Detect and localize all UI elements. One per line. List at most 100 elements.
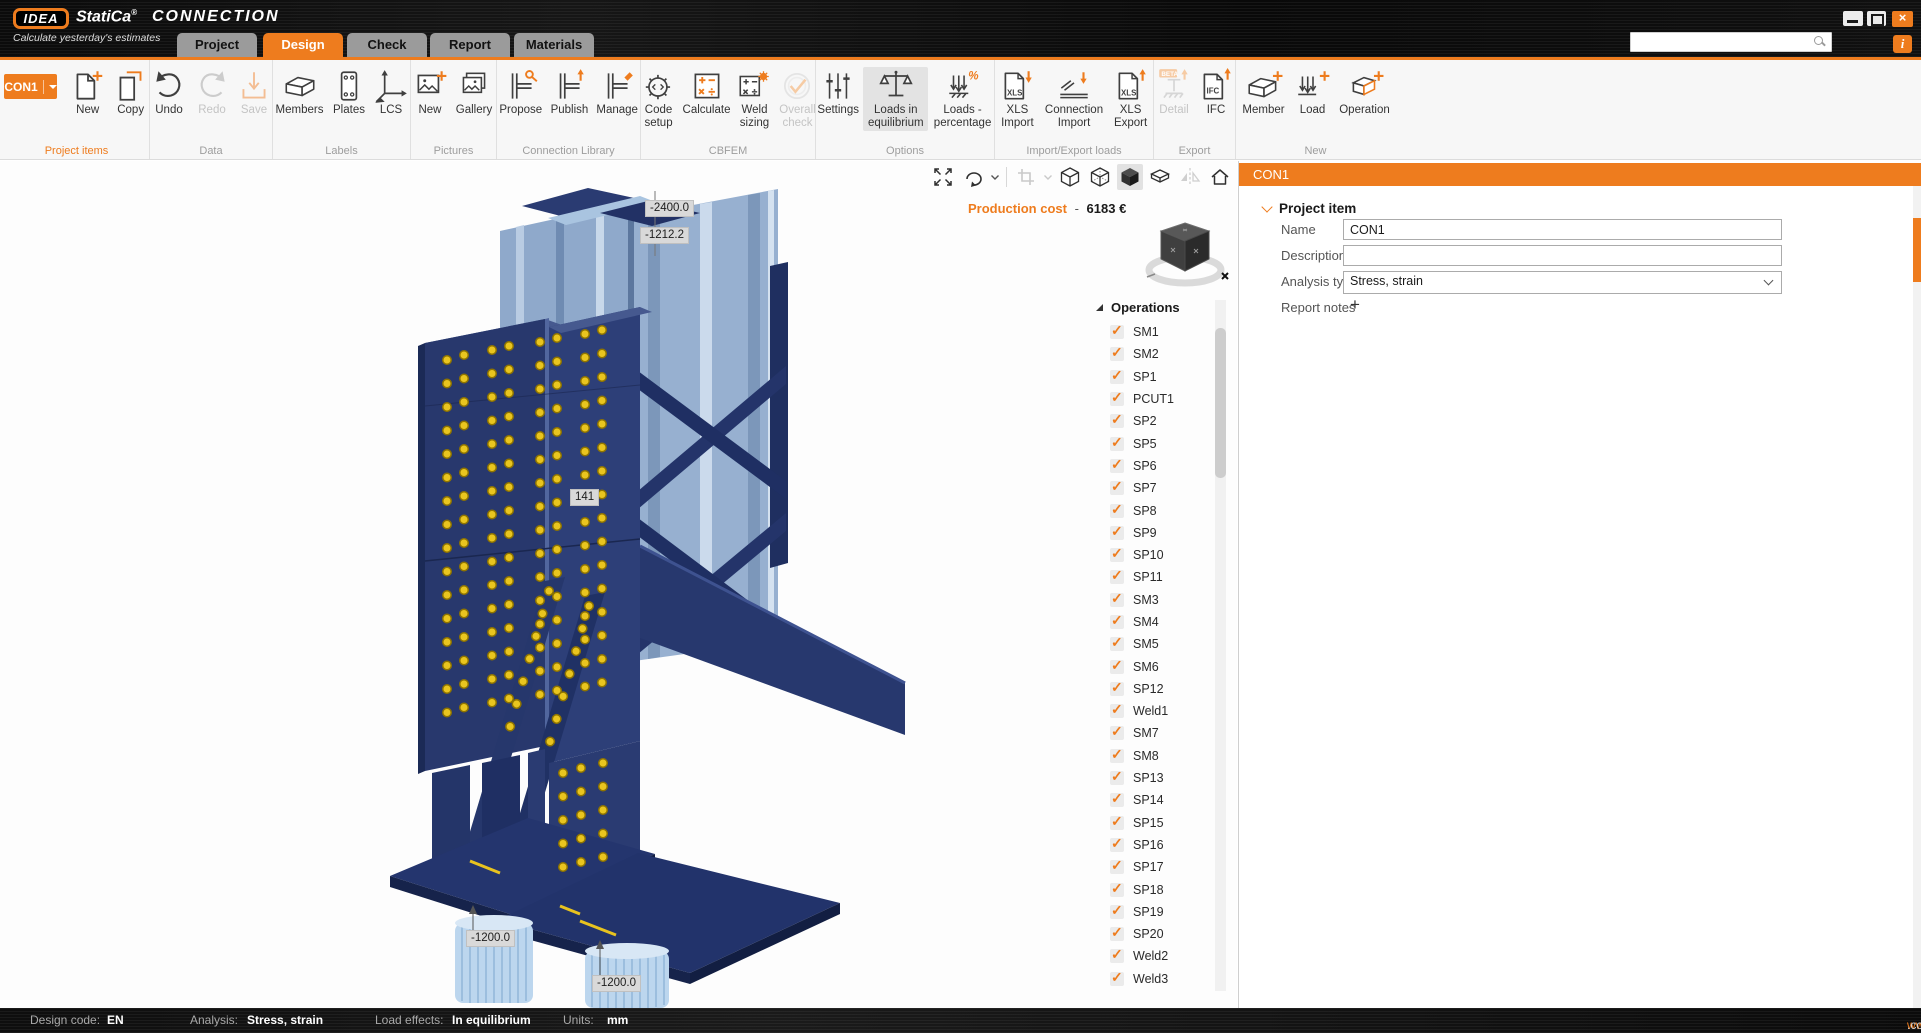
home-view-button[interactable] (1207, 164, 1233, 190)
checkbox-checked-icon[interactable] (1110, 835, 1124, 852)
xls-export-button[interactable]: XLS XLS Export (1108, 67, 1153, 131)
operation-item[interactable]: SP19 (1110, 901, 1220, 923)
checkbox-checked-icon[interactable] (1110, 501, 1124, 518)
project-item-section[interactable]: Project item (1261, 200, 1356, 216)
hidden-edges-view-button[interactable] (1087, 164, 1113, 190)
checkbox-checked-icon[interactable] (1110, 723, 1124, 741)
operation-item[interactable]: SP1 (1110, 366, 1220, 388)
checkbox-checked-icon[interactable] (1110, 322, 1124, 340)
solid-view-button[interactable] (1117, 164, 1143, 190)
new-project-item-button[interactable]: New (68, 67, 108, 118)
wireframe-view-button[interactable] (1057, 164, 1083, 190)
operation-item[interactable]: SP11 (1110, 566, 1220, 588)
operation-item[interactable]: SM6 (1110, 655, 1220, 677)
close-button[interactable]: × (1892, 11, 1913, 27)
description-input[interactable] (1343, 245, 1782, 266)
checkbox-checked-icon[interactable] (1110, 389, 1124, 407)
operation-item[interactable]: Weld2 (1110, 945, 1220, 967)
zoom-to-fit-button[interactable] (930, 164, 956, 190)
operation-item[interactable]: SM7 (1110, 722, 1220, 744)
publish-button[interactable]: Publish (548, 67, 592, 118)
checkbox-checked-icon[interactable] (1110, 344, 1124, 362)
operation-item[interactable]: SP14 (1110, 789, 1220, 811)
name-input[interactable] (1343, 219, 1782, 240)
operation-item[interactable]: SP18 (1110, 878, 1220, 900)
plates-labels-button[interactable]: Plates (329, 67, 369, 118)
operation-item[interactable]: SP7 (1110, 477, 1220, 499)
checkbox-checked-icon[interactable] (1110, 768, 1124, 786)
checkbox-checked-icon[interactable] (1110, 857, 1124, 875)
calculate-button[interactable]: Calculate (682, 67, 732, 118)
operation-item[interactable]: SP2 (1110, 410, 1220, 432)
new-load-button[interactable]: Load (1293, 67, 1333, 118)
chevron-down-icon[interactable] (1261, 200, 1273, 213)
operation-item[interactable]: SP17 (1110, 856, 1220, 878)
undo-button[interactable]: Undo (149, 67, 189, 118)
checkbox-checked-icon[interactable] (1110, 679, 1124, 696)
checkbox-checked-icon[interactable] (1110, 813, 1124, 830)
checkbox-checked-icon[interactable] (1110, 523, 1124, 540)
operation-item[interactable]: SP13 (1110, 767, 1220, 789)
operations-scrollbar[interactable] (1215, 300, 1226, 991)
checkbox-checked-icon[interactable] (1110, 880, 1124, 897)
tab-materials[interactable]: Materials (514, 33, 594, 57)
checkbox-checked-icon[interactable] (1110, 924, 1124, 942)
operation-item[interactable]: SP6 (1110, 455, 1220, 477)
checkbox-checked-icon[interactable] (1110, 612, 1124, 629)
search-input[interactable] (1634, 34, 1812, 50)
navigation-cube[interactable] (1140, 213, 1235, 293)
tab-project[interactable]: Project (177, 33, 257, 57)
orbit-chevron-icon[interactable] (990, 172, 1000, 182)
loads-in-equilibrium-button[interactable]: Loads in equilibrium (863, 67, 929, 131)
dimension-label[interactable]: -1200.0 (592, 975, 642, 992)
new-picture-button[interactable]: New (411, 67, 449, 118)
settings-button[interactable]: Settings (816, 67, 860, 118)
ifc-export-button[interactable]: IFC IFC (1197, 67, 1235, 118)
checkbox-checked-icon[interactable] (1110, 969, 1124, 986)
checkbox-checked-icon[interactable] (1110, 746, 1124, 763)
weld-sizing-button[interactable]: Weld sizing (734, 67, 774, 131)
checkbox-checked-icon[interactable] (1110, 701, 1124, 719)
search-icon[interactable] (1814, 36, 1823, 45)
gallery-button[interactable]: Gallery (452, 67, 496, 118)
checkbox-checked-icon[interactable] (1110, 946, 1124, 964)
propose-button[interactable]: Propose (497, 67, 545, 118)
checkbox-checked-icon[interactable] (1110, 478, 1124, 496)
info-button[interactable]: i (1893, 35, 1912, 53)
checkbox-checked-icon[interactable] (1110, 590, 1124, 607)
dimension-label[interactable]: 141 (570, 489, 600, 506)
operation-item[interactable]: SM3 (1110, 589, 1220, 611)
properties-scrollbar[interactable] (1913, 186, 1921, 1008)
add-report-note-button[interactable]: + (1347, 296, 1363, 313)
operation-item[interactable]: SP8 (1110, 499, 1220, 521)
checkbox-checked-icon[interactable] (1110, 456, 1124, 473)
transparent-view-button[interactable] (1147, 164, 1173, 190)
orbit-button[interactable] (960, 164, 986, 190)
operation-item[interactable]: SP10 (1110, 544, 1220, 566)
project-item-dropdown[interactable]: CON1 (4, 74, 57, 99)
operation-item[interactable]: SP5 (1110, 432, 1220, 454)
checkbox-checked-icon[interactable] (1110, 411, 1124, 429)
tab-check[interactable]: Check (347, 33, 427, 57)
maximize-button[interactable] (1867, 11, 1886, 26)
viewport-3d[interactable]: Production cost - 6183 € -2400.0 -1212.2… (0, 161, 1237, 1008)
lcs-labels-button[interactable]: LCS (372, 67, 410, 118)
operation-item[interactable]: Weld3 (1110, 968, 1220, 990)
new-operation-button[interactable]: Operation (1336, 67, 1394, 118)
loads-percentage-button[interactable]: % Loads - percentage (931, 67, 994, 131)
operation-item[interactable]: Weld1 (1110, 700, 1220, 722)
new-member-button[interactable]: Member (1238, 67, 1290, 118)
checkbox-checked-icon[interactable] (1110, 367, 1124, 384)
operation-item[interactable]: SP16 (1110, 834, 1220, 856)
operation-item[interactable]: SP12 (1110, 678, 1220, 700)
members-labels-button[interactable]: Members (273, 67, 326, 118)
operation-item[interactable]: SM8 (1110, 745, 1220, 767)
code-setup-button[interactable]: Code setup (639, 67, 679, 131)
collapse-triangle-icon[interactable] (1096, 304, 1103, 311)
operations-scrollbar-thumb[interactable] (1215, 328, 1226, 478)
checkbox-checked-icon[interactable] (1110, 434, 1124, 451)
connection-3d-model[interactable] (0, 161, 1237, 1008)
operation-item[interactable]: SM2 (1110, 343, 1220, 365)
checkbox-checked-icon[interactable] (1110, 634, 1124, 652)
operation-item[interactable]: PCUT1 (1110, 388, 1220, 410)
